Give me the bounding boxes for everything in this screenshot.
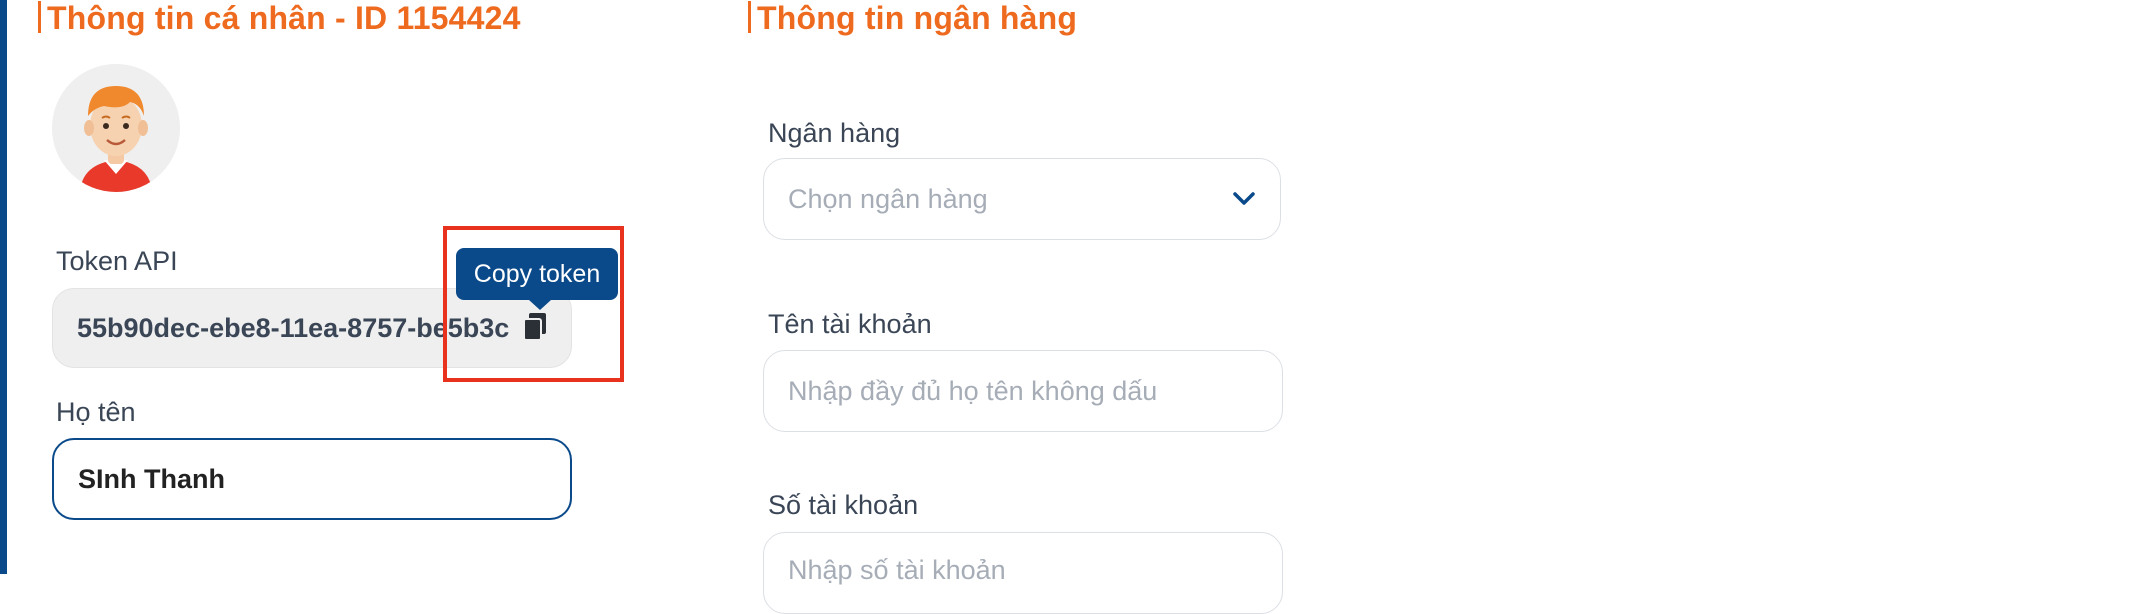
account-name-placeholder: Nhập đầy đủ họ tên không dấu [788,375,1158,406]
name-input-value: SInh Thanh [78,463,225,494]
account-name-input[interactable]: Nhập đầy đủ họ tên không dấu [763,350,1283,432]
account-number-placeholder: Nhập số tài khoản [788,555,1006,585]
account-name-label: Tên tài khoản [768,309,932,339]
avatar[interactable] [52,64,180,192]
left-edge-stripe [0,0,7,574]
highlight-box [443,226,624,382]
bank-label: Ngân hàng [768,118,901,148]
account-number-label: Số tài khoản [768,490,919,520]
token-label: Token API [56,246,178,276]
chevron-down-icon [1233,192,1255,205]
bank-select[interactable]: Chọn ngân hàng [763,158,1281,240]
bank-info-title: Thông tin ngân hàng [748,0,1077,37]
avatar-illustration [52,64,180,192]
account-number-input[interactable]: Nhập số tài khoản [763,532,1283,614]
personal-info-title: Thông tin cá nhân - ID 1154424 [38,0,521,37]
name-input[interactable]: SInh Thanh [52,438,572,520]
name-label: Họ tên [56,397,136,427]
bank-info-title-text: Thông tin ngân hàng [757,0,1078,36]
title-accent-bar [38,1,41,33]
bank-select-placeholder: Chọn ngân hàng [788,183,988,214]
personal-info-title-text: Thông tin cá nhân - ID 1154424 [47,0,521,36]
title-accent-bar [748,1,751,33]
